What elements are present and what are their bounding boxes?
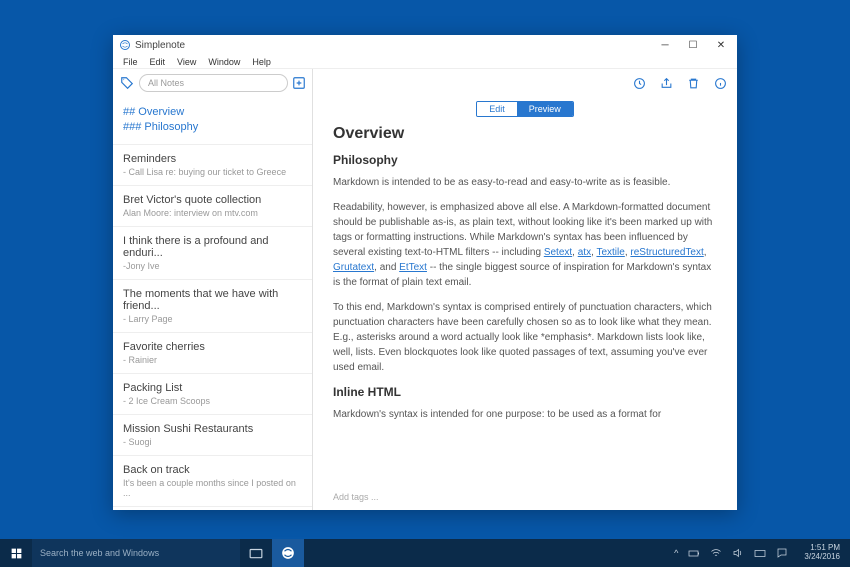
share-icon[interactable] [660,77,673,90]
note-sub: It's been a couple months since I posted… [123,478,302,498]
tags-icon[interactable] [119,76,135,90]
close-button[interactable]: ✕ [707,35,735,55]
task-view-button[interactable] [240,539,272,567]
note-sub: - Call Lisa re: buying our ticket to Gre… [123,167,302,177]
paragraph: Markdown's syntax is intended for one pu… [333,407,717,422]
heading-overview: Overview [333,125,717,143]
link-setext[interactable]: Setext [544,247,572,258]
note-sub: -Jony Ive [123,261,302,271]
taskbar-search[interactable]: Search the web and Windows [32,539,240,567]
tag-input[interactable]: Add tags ... [313,488,737,510]
heading-inline-html: Inline HTML [333,385,717,399]
note-title: Favorite cherries [123,341,302,353]
heading-philosophy: Philosophy [333,153,717,167]
menu-window[interactable]: Window [202,57,246,67]
note-item[interactable]: Mission Sushi Restaurants - Suogi [113,415,312,456]
menu-edit[interactable]: Edit [144,57,172,67]
note-sub: - Larry Page [123,314,302,324]
search-input[interactable]: All Notes [139,74,288,92]
keyboard-icon[interactable] [754,547,766,559]
note-item[interactable]: The moments that we have with friend... … [113,280,312,333]
edit-tab[interactable]: Edit [477,102,517,116]
edit-preview-toggle: Edit Preview [476,101,574,117]
battery-icon[interactable] [688,547,700,559]
clock[interactable]: 1:51 PM 3/24/2016 [798,544,846,562]
window-title: Simplenote [135,40,651,51]
note-line: ### Philosophy [123,120,302,135]
note-item-selected[interactable]: ## Overview ### Philosophy [113,97,312,145]
taskbar: Search the web and Windows ^ 1:51 PM 3/2… [0,539,850,567]
paragraph: Readability, however, is emphasized abov… [333,200,717,290]
taskbar-app-simplenote[interactable] [272,539,304,567]
note-title: Reminders [123,153,302,165]
preview-tab[interactable]: Preview [517,102,573,116]
taskbar-search-placeholder: Search the web and Windows [40,548,159,558]
note-sub: Alan Moore: interview on mtv.com [123,208,302,218]
note-item[interactable]: I think there is a profound and enduri..… [113,227,312,280]
volume-icon[interactable] [732,547,744,559]
main-panel: Edit Preview Overview Philosophy Markdow… [313,69,737,510]
menu-bar: File Edit View Window Help [113,55,737,69]
note-line: ## Overview [123,105,302,120]
paragraph: Markdown is intended to be as easy-to-re… [333,175,717,190]
note-item[interactable]: Bret Victor's quote collection Alan Moor… [113,186,312,227]
note-title: I think there is a profound and enduri..… [123,235,302,259]
wifi-icon[interactable] [710,547,722,559]
note-item[interactable]: Favorite cherries - Rainier [113,333,312,374]
note-title: The moments that we have with friend... [123,288,302,312]
note-sub: - Rainier [123,355,302,365]
app-window: Simplenote ─ ☐ ✕ File Edit View Window H… [113,35,737,510]
windows-icon [10,547,23,560]
minimize-button[interactable]: ─ [651,35,679,55]
paragraph: To this end, Markdown's syntax is compri… [333,300,717,375]
info-icon[interactable] [714,77,727,90]
history-icon[interactable] [633,77,646,90]
note-item[interactable]: Grocery list [113,507,312,510]
title-bar: Simplenote ─ ☐ ✕ [113,35,737,55]
note-item[interactable]: Packing List - 2 Ice Cream Scoops [113,374,312,415]
note-sub: - 2 Ice Cream Scoops [123,396,302,406]
menu-view[interactable]: View [171,57,202,67]
tray-chevron-icon[interactable]: ^ [674,548,678,558]
link-atx[interactable]: atx [578,247,591,258]
note-item[interactable]: Back on track It's been a couple months … [113,456,312,507]
system-tray: ^ 1:51 PM 3/24/2016 [674,544,850,562]
menu-file[interactable]: File [117,57,144,67]
maximize-button[interactable]: ☐ [679,35,707,55]
start-button[interactable] [0,539,32,567]
trash-icon[interactable] [687,77,700,90]
clock-date: 3/24/2016 [804,553,840,562]
link-ettext[interactable]: EtText [399,262,427,273]
search-placeholder: All Notes [148,78,184,88]
compose-icon[interactable] [292,76,306,90]
note-sub: - Suogi [123,437,302,447]
app-icon [119,39,131,51]
link-restructuredtext[interactable]: reStructuredText [630,247,703,258]
link-grutatext[interactable]: Grutatext [333,262,374,273]
note-title: Back on track [123,464,302,476]
note-title: Mission Sushi Restaurants [123,423,302,435]
note-list: ## Overview ### Philosophy Reminders - C… [113,97,312,510]
menu-help[interactable]: Help [246,57,277,67]
sidebar: All Notes ## Overview ### Philosophy Rem… [113,69,313,510]
note-item[interactable]: Reminders - Call Lisa re: buying our tic… [113,145,312,186]
note-title: Packing List [123,382,302,394]
link-textile[interactable]: Textile [596,247,624,258]
note-content: Overview Philosophy Markdown is intended… [313,125,737,488]
notifications-icon[interactable] [776,547,788,559]
note-title: Bret Victor's quote collection [123,194,302,206]
